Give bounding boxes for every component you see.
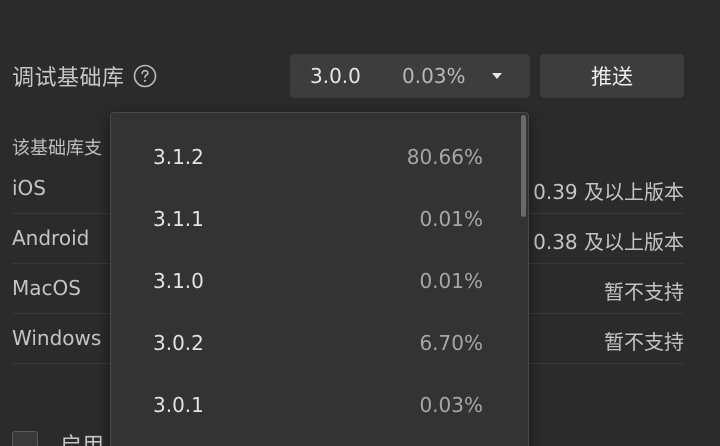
option-percent: 80.66%: [406, 145, 483, 169]
platform-name: Windows: [12, 326, 102, 350]
selected-version: 3.0.0: [310, 64, 361, 88]
option-percent: 0.01%: [419, 207, 483, 231]
version-option[interactable]: 3.1.1 0.01%: [111, 188, 521, 250]
option-version: 3.1.0: [153, 269, 204, 293]
base-library-title: 调试基础库: [12, 66, 125, 91]
version-option[interactable]: 3.1.0 0.01%: [111, 250, 521, 312]
question-circle-icon[interactable]: [133, 64, 157, 88]
version-option[interactable]: 3.0.1 0.03%: [111, 374, 521, 436]
version-dropdown: 3.1.2 80.66% 3.1.1 0.01% 3.1.0 0.01% 3.0…: [110, 112, 529, 446]
option-percent: 0.01%: [419, 269, 483, 293]
platform-status: 0.38 及以上版本: [533, 230, 684, 254]
support-description: 该基础库支: [12, 138, 102, 159]
option-version: 3.1.2: [153, 145, 204, 169]
option-percent: 6.70%: [419, 331, 483, 355]
selected-version-percent: 0.03%: [402, 64, 466, 88]
platform-name: iOS: [12, 176, 46, 200]
dropdown-scrollbar[interactable]: [521, 115, 526, 217]
enable-checkbox[interactable]: [12, 431, 38, 446]
option-version: 3.0.2: [153, 331, 204, 355]
platform-name: Android: [12, 226, 90, 250]
base-library-header: 调试基础库: [12, 54, 157, 98]
version-select[interactable]: 3.0.0 0.03%: [290, 54, 530, 98]
enable-row: 启用: [12, 428, 104, 446]
option-percent: 0.03%: [419, 393, 483, 417]
enable-label: 启用: [60, 428, 104, 446]
platform-name: MacOS: [12, 276, 81, 300]
option-version: 3.1.1: [153, 207, 204, 231]
version-option[interactable]: 3.1.2 80.66%: [111, 126, 521, 188]
platform-status: 暂不支持: [604, 330, 684, 354]
settings-panel: 调试基础库 3.0.0 0.03% 推送 该基础库支 iOS 0.39 及以上版…: [0, 0, 720, 446]
version-option[interactable]: 3.0.2 6.70%: [111, 312, 521, 374]
platform-status: 暂不支持: [604, 280, 684, 304]
caret-down-icon: [492, 73, 502, 79]
option-version: 3.0.1: [153, 393, 204, 417]
push-button[interactable]: 推送: [540, 54, 684, 98]
platform-status: 0.39 及以上版本: [533, 180, 684, 204]
